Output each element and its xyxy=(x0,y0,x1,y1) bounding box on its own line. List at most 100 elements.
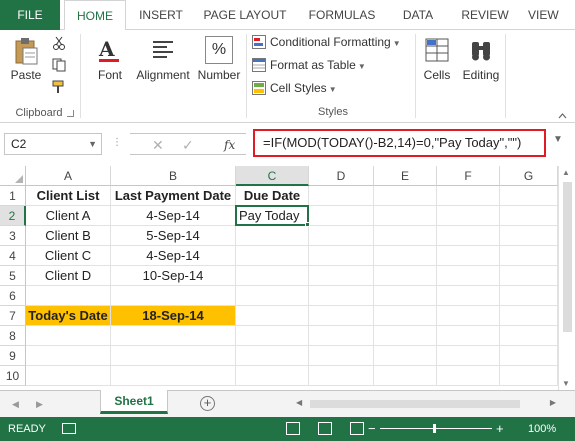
conditional-formatting-button[interactable]: Conditional Formatting ▼ xyxy=(252,32,401,52)
row-header-7[interactable]: 7 xyxy=(0,306,26,326)
cell-b4[interactable]: 4-Sep-14 xyxy=(111,246,236,266)
cell-a2[interactable]: Client A xyxy=(26,206,111,226)
tab-view[interactable]: VIEW xyxy=(528,0,572,30)
cut-icon[interactable] xyxy=(52,36,66,53)
zoom-in-button[interactable]: + xyxy=(496,417,504,441)
column-header-d[interactable]: D xyxy=(309,166,374,186)
cell-c4[interactable] xyxy=(236,246,309,266)
cell-d3[interactable] xyxy=(309,226,374,246)
enter-icon[interactable]: ✓ xyxy=(182,134,194,156)
cell-c1[interactable]: Due Date xyxy=(236,186,309,206)
cell-d10[interactable] xyxy=(309,366,374,386)
column-header-b[interactable]: B xyxy=(111,166,236,186)
tab-insert[interactable]: INSERT xyxy=(130,0,192,30)
cell-f8[interactable] xyxy=(437,326,500,346)
alignment-button[interactable]: Alignment xyxy=(132,36,194,82)
formula-input[interactable]: =IF(MOD(TODAY()-B2,14)=0,"Pay Today","") xyxy=(253,129,546,157)
normal-view-icon[interactable] xyxy=(286,422,300,435)
cell-g2[interactable] xyxy=(500,206,558,226)
cell-b3[interactable]: 5-Sep-14 xyxy=(111,226,236,246)
name-box[interactable]: C2 ▼ xyxy=(4,133,102,155)
cell-d6[interactable] xyxy=(309,286,374,306)
scroll-thumb[interactable] xyxy=(310,400,520,408)
tab-data[interactable]: DATA xyxy=(392,0,444,30)
cell-g8[interactable] xyxy=(500,326,558,346)
scroll-down-icon[interactable]: ▼ xyxy=(562,379,570,388)
cell-b5[interactable]: 10-Sep-14 xyxy=(111,266,236,286)
format-as-table-button[interactable]: Format as Table ▼ xyxy=(252,55,366,75)
tab-page-layout[interactable]: PAGE LAYOUT xyxy=(196,0,294,30)
cell-e9[interactable] xyxy=(374,346,437,366)
copy-icon[interactable] xyxy=(52,58,68,75)
cell-c2[interactable]: Pay Today xyxy=(236,206,309,226)
drag-handle-icon[interactable]: ⋮ xyxy=(112,134,122,152)
cell-c9[interactable] xyxy=(236,346,309,366)
cell-a7[interactable]: Today's Date xyxy=(26,306,111,326)
cell-e10[interactable] xyxy=(374,366,437,386)
chevron-down-icon[interactable]: ▼ xyxy=(88,134,97,154)
horizontal-scrollbar[interactable]: ◀ ▶ xyxy=(296,398,556,410)
cell-d1[interactable] xyxy=(309,186,374,206)
macro-recording-icon[interactable] xyxy=(62,423,76,434)
cell-b8[interactable] xyxy=(111,326,236,346)
column-header-f[interactable]: F xyxy=(437,166,500,186)
cell-d8[interactable] xyxy=(309,326,374,346)
row-header-8[interactable]: 8 xyxy=(0,326,26,346)
format-painter-icon[interactable] xyxy=(52,80,68,97)
page-layout-view-icon[interactable] xyxy=(318,422,332,435)
next-sheet-icon[interactable]: ▶ xyxy=(36,391,43,418)
cell-g7[interactable] xyxy=(500,306,558,326)
cell-f3[interactable] xyxy=(437,226,500,246)
cell-d7[interactable] xyxy=(309,306,374,326)
cell-g10[interactable] xyxy=(500,366,558,386)
cell-a8[interactable] xyxy=(26,326,111,346)
cell-a5[interactable]: Client D xyxy=(26,266,111,286)
cells-button[interactable]: Cells xyxy=(418,36,456,82)
zoom-slider[interactable] xyxy=(380,428,492,429)
cell-d4[interactable] xyxy=(309,246,374,266)
scroll-up-icon[interactable]: ▲ xyxy=(562,168,570,177)
cell-e3[interactable] xyxy=(374,226,437,246)
cell-b2[interactable]: 4-Sep-14 xyxy=(111,206,236,226)
sheet-tab-sheet1[interactable]: Sheet1 xyxy=(100,390,168,414)
insert-function-icon[interactable]: fx xyxy=(224,134,235,156)
cell-f2[interactable] xyxy=(437,206,500,226)
cell-b7[interactable]: 18-Sep-14 xyxy=(111,306,236,326)
tab-home[interactable]: HOME xyxy=(64,0,126,31)
cell-f7[interactable] xyxy=(437,306,500,326)
cell-g1[interactable] xyxy=(500,186,558,206)
cell-a3[interactable]: Client B xyxy=(26,226,111,246)
cell-e2[interactable] xyxy=(374,206,437,226)
cell-a1[interactable]: Client List xyxy=(26,186,111,206)
cell-a4[interactable]: Client C xyxy=(26,246,111,266)
cell-b6[interactable] xyxy=(111,286,236,306)
cell-e5[interactable] xyxy=(374,266,437,286)
zoom-out-button[interactable]: − xyxy=(368,417,376,441)
worksheet-grid[interactable]: ▲ ▼ A B C D E F G 1 Client List Last Payment Date… xyxy=(0,166,575,390)
cell-e6[interactable] xyxy=(374,286,437,306)
cell-f9[interactable] xyxy=(437,346,500,366)
cell-c3[interactable] xyxy=(236,226,309,246)
cell-d2[interactable] xyxy=(309,206,374,226)
cancel-icon[interactable]: ✕ xyxy=(152,134,164,156)
cell-d5[interactable] xyxy=(309,266,374,286)
cell-a6[interactable] xyxy=(26,286,111,306)
vertical-scrollbar[interactable]: ▲ ▼ xyxy=(558,166,575,390)
cell-b1[interactable]: Last Payment Date xyxy=(111,186,236,206)
cell-d9[interactable] xyxy=(309,346,374,366)
cell-a10[interactable] xyxy=(26,366,111,386)
cell-e4[interactable] xyxy=(374,246,437,266)
column-header-g[interactable]: G xyxy=(500,166,558,186)
row-header-5[interactable]: 5 xyxy=(0,266,26,286)
tab-file[interactable]: FILE xyxy=(0,0,60,30)
column-header-a[interactable]: A xyxy=(26,166,111,186)
previous-sheet-icon[interactable]: ◀ xyxy=(12,391,19,418)
cell-c8[interactable] xyxy=(236,326,309,346)
page-break-view-icon[interactable] xyxy=(350,422,364,435)
row-header-1[interactable]: 1 xyxy=(0,186,26,206)
row-header-10[interactable]: 10 xyxy=(0,366,26,386)
paste-button[interactable]: Paste xyxy=(6,36,46,82)
cell-f1[interactable] xyxy=(437,186,500,206)
cell-g3[interactable] xyxy=(500,226,558,246)
cell-e8[interactable] xyxy=(374,326,437,346)
